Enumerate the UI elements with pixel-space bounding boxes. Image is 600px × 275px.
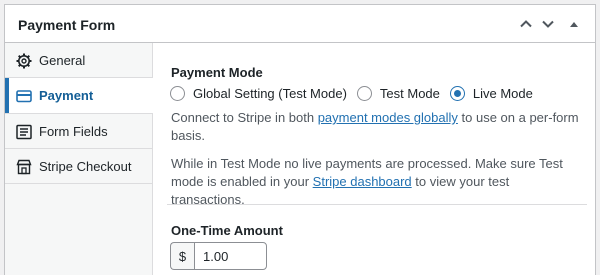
move-down-button[interactable] <box>538 14 558 34</box>
radio-circle-selected[interactable] <box>449 86 465 101</box>
payment-mode-radio-group: Global Setting (Test Mode) Test Mode Liv… <box>170 86 543 101</box>
sidebar-item-label: Payment <box>39 88 94 103</box>
sidebar-item-label: Form Fields <box>39 124 108 139</box>
payment-form-panel: Payment Form General Payment Form Fields… <box>4 4 596 275</box>
sidebar-item-label: General <box>39 53 86 68</box>
desc-text: Connect to Stripe in both <box>171 110 318 125</box>
stripe-dashboard-link[interactable]: Stripe dashboard <box>313 174 412 189</box>
radio-circle[interactable] <box>356 86 372 101</box>
sidebar-item-label: Stripe Checkout <box>39 159 132 174</box>
radio-global-setting[interactable]: Global Setting (Test Mode) <box>170 86 347 101</box>
chevron-down-icon <box>542 20 554 28</box>
test-mode-notice: While in Test Mode no live payments are … <box>171 155 581 209</box>
storefront-icon <box>16 159 32 175</box>
caret-up-icon <box>570 22 578 27</box>
payment-mode-description: Connect to Stripe in both payment modes … <box>171 109 581 145</box>
collapse-button[interactable] <box>564 14 584 34</box>
radio-label: Test Mode <box>379 86 440 101</box>
panel-title: Payment Form <box>18 17 116 33</box>
radio-label: Global Setting (Test Mode) <box>193 86 347 101</box>
one-time-amount-label: One-Time Amount <box>171 223 283 238</box>
move-up-button[interactable] <box>516 14 536 34</box>
sidebar-item-payment[interactable]: Payment <box>5 78 153 114</box>
list-icon <box>16 124 32 140</box>
credit-card-icon <box>16 90 32 103</box>
sidebar-item-form-fields[interactable]: Form Fields <box>5 114 152 149</box>
sidebar-item-general[interactable]: General <box>5 43 152 78</box>
payment-modes-globally-link[interactable]: payment modes globally <box>318 110 458 125</box>
radio-label: Live Mode <box>472 86 533 101</box>
gear-icon <box>16 53 32 69</box>
sidebar-item-stripe-checkout[interactable]: Stripe Checkout <box>5 149 152 184</box>
radio-circle[interactable] <box>170 86 185 101</box>
section-divider <box>167 204 587 205</box>
amount-input-group: $ <box>170 242 267 270</box>
currency-symbol: $ <box>170 242 194 270</box>
radio-live-mode[interactable]: Live Mode <box>449 86 533 101</box>
payment-mode-label: Payment Mode <box>171 65 263 80</box>
radio-test-mode[interactable]: Test Mode <box>356 86 440 101</box>
sidebar-tabs: General Payment Form Fields Stripe Check… <box>5 43 153 275</box>
chevron-up-icon <box>520 20 532 28</box>
panel-header: Payment Form <box>5 5 595 43</box>
amount-input[interactable] <box>194 242 267 270</box>
